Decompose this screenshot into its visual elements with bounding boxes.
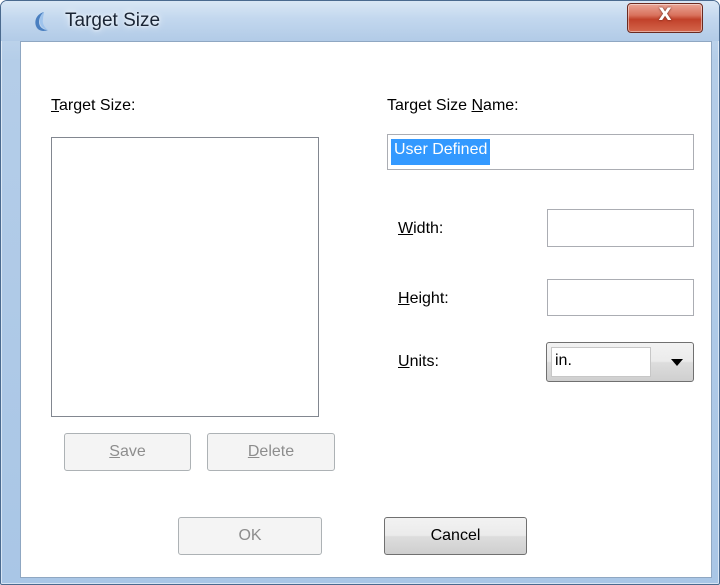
window-title: Target Size [65,10,161,31]
target-size-name-value: User Defined [391,139,491,165]
units-dropdown-value: in. [555,352,572,369]
delete-button[interactable]: Delete [207,433,335,471]
close-button[interactable]: X [627,3,703,33]
target-size-list[interactable] [51,137,319,417]
units-dropdown[interactable]: in. [546,342,694,382]
target-size-name-label: Target Size Name: [387,97,519,114]
target-size-list-label: Target Size: [51,97,136,114]
width-field[interactable] [547,209,694,247]
chevron-down-icon [671,359,683,366]
app-icon [35,12,48,31]
height-field[interactable] [547,279,694,316]
units-label: Units: [398,353,439,370]
close-icon: X [658,5,672,25]
width-label: Width: [398,220,444,237]
title-bar[interactable]: Target Size X [1,1,719,41]
ok-button[interactable]: OK [178,517,322,555]
save-button[interactable]: Save [64,433,191,471]
dialog-client-area: Target Size: Save Delete Target Size Nam… [20,41,712,578]
cancel-button[interactable]: Cancel [384,517,527,555]
target-size-name-field[interactable]: User Defined [387,134,694,170]
height-label: Height: [398,290,449,307]
dialog-window: Target Size X Target Size: Save Delete T… [0,0,720,585]
